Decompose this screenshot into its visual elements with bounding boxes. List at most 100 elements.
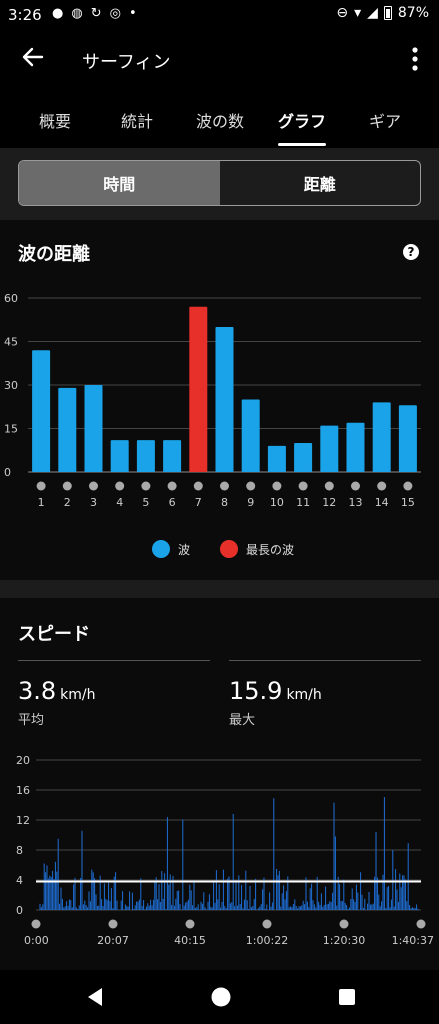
nav-back-icon[interactable]: [82, 984, 108, 1010]
nav-recents-icon[interactable]: [334, 984, 360, 1010]
status-time: 3:26: [8, 6, 42, 24]
x-tick-dot: [220, 481, 229, 491]
tab-active-indicator: [278, 143, 326, 146]
y-tick-label: 0: [4, 466, 11, 479]
bar: [163, 440, 182, 472]
x-tick-label: 11: [296, 496, 310, 509]
legend-wave-swatch: [152, 540, 170, 558]
bar: [189, 306, 208, 472]
x-tick-label: 9: [247, 496, 254, 509]
bar: [136, 440, 155, 472]
avg-speed-unit: km/h: [60, 687, 96, 703]
bar: [346, 422, 365, 472]
bar: [58, 387, 77, 472]
speed-max: 15.9 km/h 最大: [229, 660, 421, 728]
tab-stats[interactable]: 統計: [102, 108, 172, 132]
divider: [18, 660, 210, 661]
x-tick-dot: [262, 919, 272, 929]
legend-longest-label: 最長の波: [246, 542, 295, 557]
x-tick-label: 1:20:30: [323, 934, 365, 947]
more-vert-icon[interactable]: [405, 45, 425, 73]
x-tick-label: 4: [116, 496, 123, 509]
system-icons: ⊖ ▾ ◢ 87%: [336, 5, 429, 21]
bar: [110, 440, 129, 472]
x-tick-dot: [62, 481, 72, 491]
legend-longest-swatch: [220, 540, 239, 558]
segment-distance-button[interactable]: 距離: [220, 161, 421, 205]
status-bar: 3:26 ● ◍ ↻ ◎ • ⊖ ▾ ◢ 87%: [0, 0, 439, 30]
x-tick-dot: [272, 481, 282, 491]
x-tick-dot: [351, 481, 360, 491]
max-speed-value: 15.9: [229, 677, 283, 705]
y-tick-label: 30: [4, 379, 18, 392]
x-tick-dot: [31, 919, 41, 929]
x-tick-label: 8: [221, 496, 228, 509]
signal-icon: ◢: [367, 5, 378, 21]
x-tick-label: 5: [142, 496, 149, 509]
tab-overview[interactable]: 概要: [20, 108, 90, 132]
x-tick-label: 10: [270, 496, 284, 509]
help-icon[interactable]: ?: [403, 244, 419, 260]
x-tick-dot: [185, 919, 195, 929]
x-tick-label: 7: [195, 496, 202, 509]
y-tick-label: 16: [16, 784, 30, 797]
y-tick-label: 45: [4, 336, 18, 349]
divider: [229, 660, 421, 661]
wifi-icon: ▾: [354, 5, 362, 21]
y-tick-label: 60: [4, 292, 18, 305]
tab-graph[interactable]: グラフ: [266, 108, 338, 132]
speed-chart: 0 4 8 12 16 20 0:00 20:07 40:15 1:00:22 1:20:30 1:4…: [16, 754, 434, 947]
x-tick-dot: [167, 481, 177, 491]
notification-icons: ● ◍ ↻ ◎ •: [52, 6, 137, 21]
x-tick-label: 12: [322, 496, 336, 509]
x-tick-label: 15: [401, 496, 415, 509]
x-tick-dot: [377, 481, 387, 491]
bar: [84, 385, 103, 472]
y-tick-label: 20: [16, 754, 30, 767]
x-tick-dot: [108, 919, 118, 929]
x-tick-dot: [141, 481, 151, 491]
x-tick-dot: [115, 481, 125, 491]
nav-home-icon[interactable]: [208, 984, 234, 1010]
page-title: サーフィン: [82, 52, 171, 73]
bar: [372, 402, 391, 472]
y-tick-label: 0: [16, 904, 23, 917]
bar: [267, 445, 286, 472]
x-tick-dot: [36, 481, 46, 491]
time-distance-toggle: 時間 距離: [18, 160, 421, 206]
bar: [32, 350, 51, 472]
x-tick-dot: [403, 481, 413, 491]
battery-icon: [383, 6, 392, 20]
x-tick-label: 6: [169, 496, 176, 509]
instagram-icon: ◎: [109, 6, 121, 21]
bar: [398, 405, 417, 472]
bar: [320, 425, 339, 472]
system-nav-bar: [0, 970, 439, 1024]
y-tick-label: 8: [16, 844, 23, 857]
wave-distance-card: 波の距離 ? 0 15 30 45 60 1 2 3 4 5 6 7 8 9 10 11 12 13 14 15 波 …: [0, 220, 439, 580]
segment-container: 時間 距離: [0, 148, 439, 220]
bar: [294, 443, 313, 472]
chat-icon: ◍: [71, 6, 83, 21]
sync-icon: ↻: [90, 6, 102, 21]
tab-wave-count[interactable]: 波の数: [184, 108, 256, 132]
max-speed-unit: km/h: [286, 687, 322, 703]
back-arrow-icon[interactable]: [18, 42, 48, 72]
speed-series: [39, 797, 419, 910]
max-speed-label: 最大: [229, 713, 256, 728]
dnd-icon: ⊖: [336, 5, 349, 21]
wave-distance-title: 波の距離: [18, 244, 90, 265]
speed-average: 3.8 km/h 平均: [18, 660, 210, 728]
battery-percent: 87%: [397, 5, 429, 21]
segment-time-button[interactable]: 時間: [19, 161, 220, 205]
more-notifications-icon: •: [128, 6, 137, 21]
chart-legend: 波 最長の波: [152, 540, 294, 558]
x-tick-dot: [298, 481, 308, 491]
x-tick-dot: [339, 919, 349, 929]
notification-app-icon: ●: [52, 6, 64, 21]
x-tick-label: 40:15: [174, 934, 206, 947]
tab-gear[interactable]: ギア: [350, 108, 420, 132]
y-tick-label: 15: [4, 423, 18, 436]
x-tick-label: 2: [64, 496, 71, 509]
section-divider: [0, 580, 439, 598]
